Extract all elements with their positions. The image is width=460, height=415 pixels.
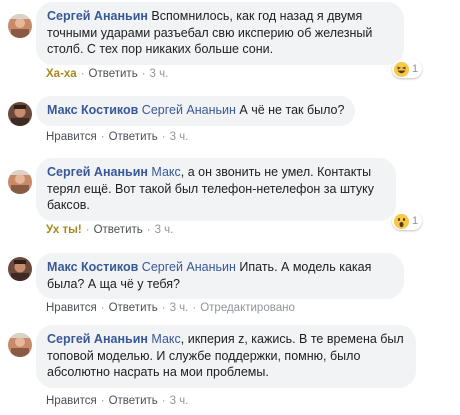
comment-actions: Нравится · Ответить · 3 ч. (46, 131, 189, 143)
like-button[interactable]: Нравится (46, 131, 97, 143)
reply-link[interactable]: Ответить (109, 395, 158, 407)
mention-link[interactable]: Макс (151, 332, 180, 346)
mention-link[interactable]: Сергей Ананьин (142, 103, 236, 117)
comment-actions: Ух ты! · Ответить · 3 ч. (46, 224, 174, 236)
comment-author[interactable]: Сергей Ананьин (47, 165, 148, 179)
avatar-maks[interactable] (8, 257, 32, 281)
timestamp[interactable]: 3 ч. (150, 68, 169, 80)
comment-author[interactable]: Сергей Ананьин (47, 9, 148, 23)
reaction-badge[interactable]: 1 (392, 60, 423, 78)
reply-link[interactable]: Ответить (109, 302, 158, 314)
mention-link[interactable]: Сергей Ананьин (142, 260, 236, 274)
comment-author[interactable]: Сергей Ананьин (47, 332, 148, 346)
laugh-emoji-icon (394, 61, 409, 77)
avatar-maks[interactable] (8, 102, 32, 126)
reaction-button[interactable]: Ух ты! (46, 224, 82, 236)
comment-bubble: Сергей Ананьин Макс, икперия z, кажись. … (36, 325, 416, 388)
comment-text: А чё не так было? (239, 103, 345, 117)
timestamp[interactable]: 3 ч. (170, 131, 189, 143)
comment-actions: Ха-ха · Ответить · 3 ч. (46, 68, 169, 80)
edited-label[interactable]: Отредактировано (200, 302, 295, 314)
comment-author[interactable]: Макс Костиков (47, 260, 138, 274)
mention-link[interactable]: Макс (151, 165, 180, 179)
like-button[interactable]: Нравится (46, 302, 97, 314)
wow-emoji-icon (394, 213, 409, 229)
reply-link[interactable]: Ответить (109, 131, 158, 143)
reply-link[interactable]: Ответить (94, 224, 143, 236)
comment-actions: Нравится · Ответить · 3 ч. (46, 395, 189, 407)
comment-bubble: Макс Костиков Сергей Ананьин А чё не так… (36, 96, 356, 126)
like-button[interactable]: Нравится (46, 395, 97, 407)
avatar-sergey[interactable] (8, 333, 32, 357)
reaction-count: 1 (412, 215, 419, 227)
comment-bubble: Макс Костиков Сергей Ананьин Ипать. А мо… (36, 253, 404, 299)
comment-bubble: Сергей Ананьин Вспомнилось, как год наза… (36, 2, 404, 65)
reply-link[interactable]: Ответить (89, 68, 138, 80)
reaction-button[interactable]: Ха-ха (46, 68, 77, 80)
timestamp[interactable]: 3 ч. (155, 224, 174, 236)
avatar-sergey[interactable] (8, 14, 32, 38)
avatar-sergey[interactable] (8, 170, 32, 194)
reaction-count: 1 (412, 63, 419, 75)
comment-actions: Нравится · Ответить · 3 ч. · Отредактировано (46, 302, 295, 314)
reaction-badge[interactable]: 1 (392, 212, 423, 230)
comment-author[interactable]: Макс Костиков (47, 103, 138, 117)
comment-bubble: Сергей Ананьин Макс, а он звонить не уме… (36, 158, 396, 221)
timestamp[interactable]: 3 ч. (170, 395, 189, 407)
timestamp[interactable]: 3 ч. (170, 302, 189, 314)
